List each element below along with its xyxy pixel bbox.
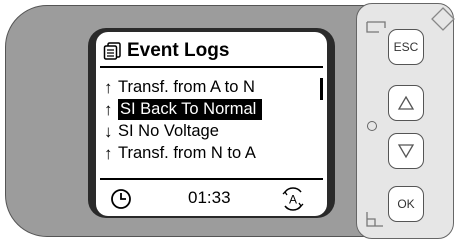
- up-arrow-icon: ↑: [104, 100, 113, 119]
- auto-mode-icon: A: [282, 187, 304, 211]
- esc-button[interactable]: ESC: [388, 29, 424, 65]
- ok-label: OK: [397, 197, 415, 211]
- event-label: Transf. from A to N: [118, 78, 255, 96]
- clock-icon: [111, 189, 131, 209]
- page-title: Event Logs: [127, 40, 230, 61]
- clock-time: 01:33: [188, 188, 231, 207]
- up-button[interactable]: [388, 85, 424, 121]
- event-item[interactable]: ↑ Transf. from N to A: [104, 143, 318, 164]
- up-arrow-icon: ↑: [104, 144, 113, 163]
- ok-button[interactable]: OK: [388, 186, 424, 222]
- event-label: Transf. from N to A: [118, 144, 256, 162]
- esc-label: ESC: [393, 40, 419, 54]
- status-footer: 01:33 A: [96, 184, 327, 212]
- lcd-screen: Event Logs ↑ Transf. from A to N ↑ SI Ba…: [96, 32, 327, 216]
- scrollbar[interactable]: [320, 78, 323, 100]
- event-log-icon: [103, 42, 121, 60]
- header-divider: [100, 66, 323, 68]
- event-item[interactable]: ↑ Transf. from A to N: [104, 77, 318, 98]
- footer-divider: [100, 178, 323, 180]
- down-triangle-icon: [397, 144, 415, 159]
- event-label: SI No Voltage: [118, 122, 219, 140]
- event-item-selected[interactable]: ↑ SI Back To Normal: [104, 99, 318, 120]
- screen-header: Event Logs: [102, 40, 229, 62]
- event-label: SI Back To Normal: [118, 99, 263, 120]
- status-led: [367, 121, 377, 131]
- up-arrow-icon: ↑: [104, 78, 113, 97]
- up-triangle-icon: [397, 95, 415, 110]
- down-arrow-icon: ↓: [104, 122, 113, 141]
- down-button[interactable]: [388, 133, 424, 169]
- mode-letter: A: [289, 193, 297, 207]
- event-item[interactable]: ↓ SI No Voltage: [104, 121, 318, 142]
